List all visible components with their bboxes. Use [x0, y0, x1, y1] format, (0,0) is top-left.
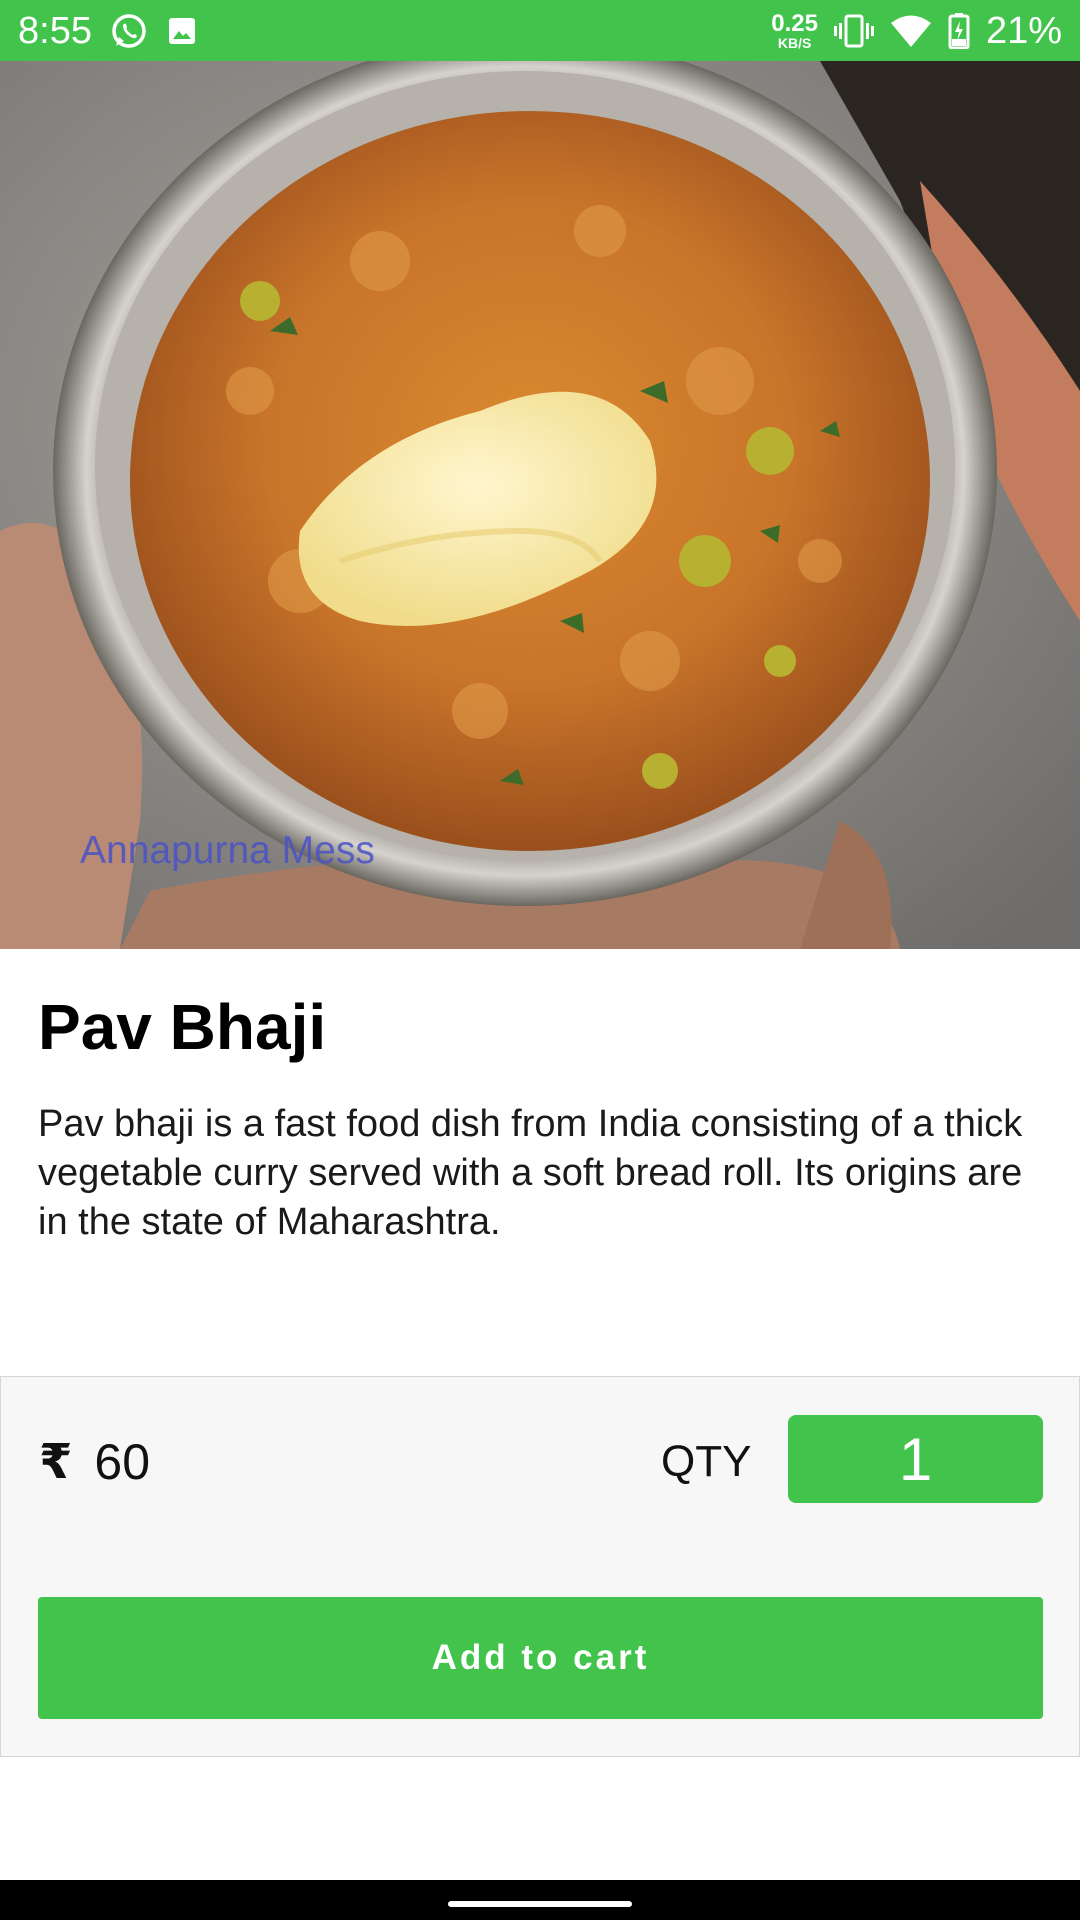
price-value: 60 [94, 1434, 151, 1490]
pav-bhaji-bowl-photo [0, 61, 1080, 949]
navigation-bar [0, 1880, 1080, 1920]
food-image: Annapurna Mess [0, 61, 1080, 949]
restaurant-watermark: Annapurna Mess [80, 829, 375, 872]
battery-percent: 21% [985, 9, 1062, 52]
image-icon [166, 15, 198, 47]
home-gesture-handle[interactable] [448, 1901, 632, 1907]
quantity-field[interactable]: 1 [788, 1415, 1043, 1503]
order-panel: ₹ 60 QTY 1 Add to cart [0, 1376, 1080, 1757]
item-description: Pav bhaji is a fast food dish from India… [38, 1103, 1023, 1243]
status-time: 8:55 [18, 9, 92, 52]
battery-charging-icon [948, 12, 970, 49]
food-detail-screen: 8:55 0.25 KB/S 21% Annapurna Mess Pav Bh… [0, 0, 1080, 1920]
item-title: Pav Bhaji [38, 991, 327, 1063]
whatsapp-icon [110, 12, 148, 50]
status-bar: 8:55 0.25 KB/S 21% [0, 0, 1080, 61]
qty-label: QTY [661, 1437, 752, 1486]
rupee-icon: ₹ [39, 1436, 73, 1489]
wifi-icon [890, 14, 932, 48]
price: ₹ 60 [39, 1433, 150, 1491]
network-speed: 0.25 KB/S [771, 9, 818, 51]
add-to-cart-button[interactable]: Add to cart [38, 1597, 1043, 1719]
vibrate-icon [833, 14, 874, 48]
